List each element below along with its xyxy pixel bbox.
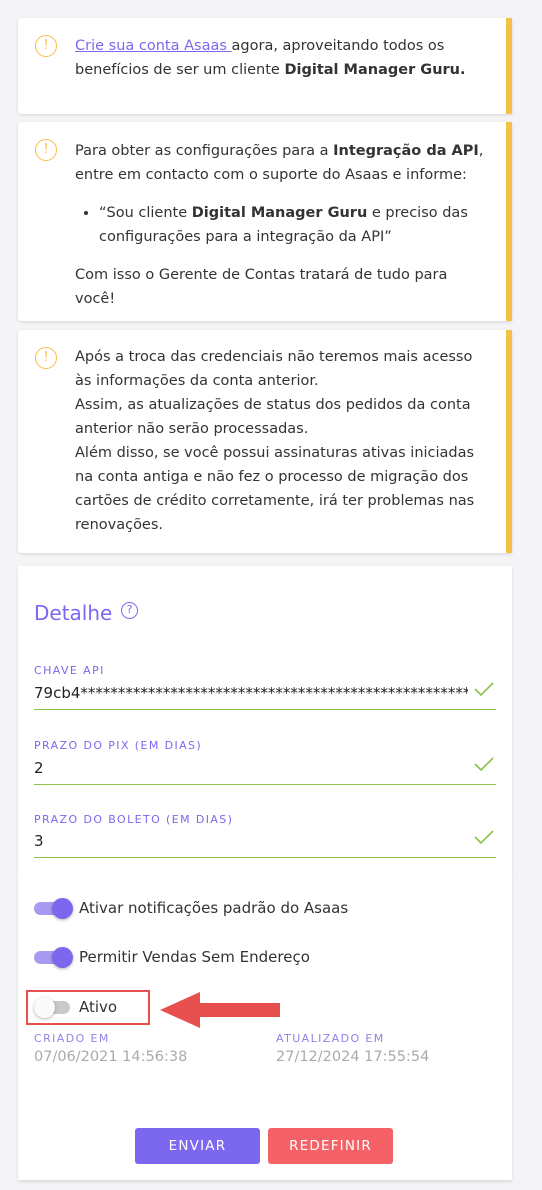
pix-deadline-label: PRAZO DO PIX (EM DIAS) <box>34 739 203 752</box>
detail-card-settings <box>18 876 512 1180</box>
annotation-arrow-icon <box>160 992 280 1028</box>
credentials-warning-alert: ! Após a troca das credenciais não terem… <box>18 330 512 553</box>
pix-deadline-input[interactable]: 2 <box>34 757 496 785</box>
warning-icon: ! <box>35 35 57 57</box>
api-key-label: CHAVE API <box>34 664 105 677</box>
list-item: “Sou cliente Digital Manager Guru e prec… <box>99 201 486 249</box>
reset-button[interactable]: REDEFINIR <box>268 1128 393 1164</box>
toggle-sales-without-address[interactable] <box>34 946 74 968</box>
created-label: CRIADO EM <box>34 1032 110 1045</box>
toggle-default-notifications-label: Ativar notificações padrão do Asaas <box>79 899 349 917</box>
check-icon <box>474 757 494 771</box>
api-key-input[interactable]: 79cb4***********************************… <box>34 682 496 710</box>
updated-label: ATUALIZADO EM <box>276 1032 385 1045</box>
credentials-warning-text: Após a troca das credenciais não teremos… <box>75 349 475 533</box>
updated-value: 27/12/2024 17:55:54 <box>276 1049 430 1065</box>
create-account-link[interactable]: Crie sua conta Asaas <box>75 38 232 54</box>
signup-alert: ! Crie sua conta Asaas agora, aproveitan… <box>18 18 512 114</box>
warning-icon: ! <box>35 347 57 369</box>
integration-alert: ! Para obter as configurações para a Int… <box>18 122 512 321</box>
detail-title: Detalhe <box>34 601 113 625</box>
help-icon[interactable]: ? <box>121 602 138 619</box>
send-button[interactable]: ENVIAR <box>135 1128 260 1164</box>
integration-bullet-list: “Sou cliente Digital Manager Guru e prec… <box>99 201 486 249</box>
toggle-default-notifications[interactable] <box>34 897 74 919</box>
signup-alert-text: Crie sua conta Asaas agora, aproveitando… <box>75 38 466 78</box>
check-icon <box>474 830 494 844</box>
integration-alert-text: Para obter as configurações para a Integ… <box>75 139 486 311</box>
check-icon <box>474 682 494 696</box>
annotation-highlight-box <box>26 990 150 1025</box>
created-value: 07/06/2021 14:56:38 <box>34 1049 188 1065</box>
warning-icon: ! <box>35 139 57 161</box>
toggle-sales-without-address-label: Permitir Vendas Sem Endereço <box>79 948 310 966</box>
boleto-deadline-input[interactable]: 3 <box>34 830 496 858</box>
boleto-deadline-label: PRAZO DO BOLETO (EM DIAS) <box>34 813 234 826</box>
